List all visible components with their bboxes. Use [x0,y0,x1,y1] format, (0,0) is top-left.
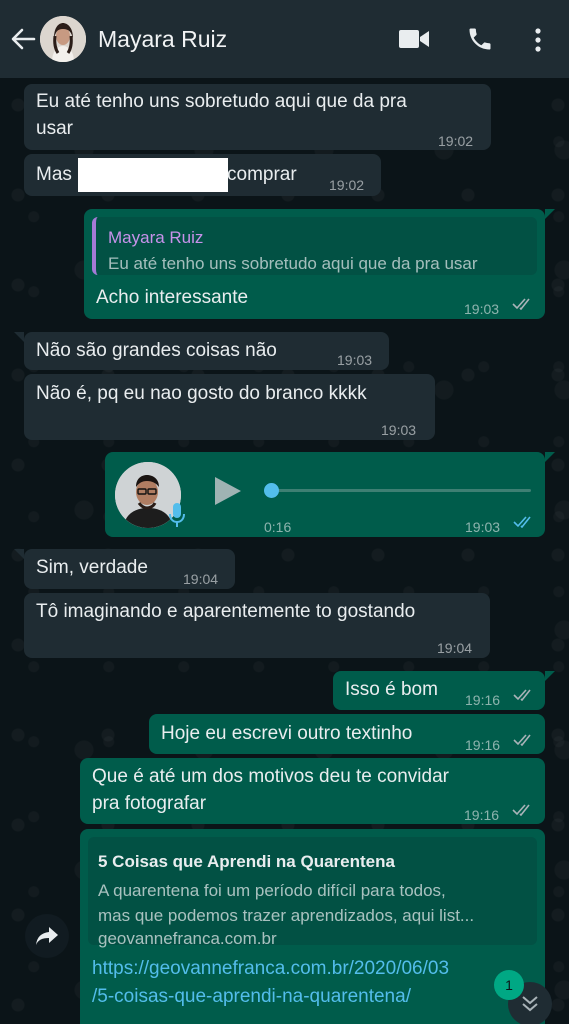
message-time: 19:16 [465,692,501,708]
microphone-icon [169,503,185,527]
bubble-tail [545,209,555,219]
read-receipt-icon [513,689,531,701]
voice-call-icon[interactable] [466,25,494,53]
link-message[interactable]: 5 Coisas que Aprendi na Quarentena A qua… [80,829,545,1024]
bubble-tail [14,549,24,559]
forward-icon [36,927,58,945]
link-preview-card[interactable]: 5 Coisas que Aprendi na Quarentena A qua… [88,837,537,948]
quoted-text: Eu até tenho uns sobretudo aqui que da p… [108,254,478,273]
message-time: 19:03 [337,352,373,368]
message-text: Que é até um dos motivos deu te convidar [92,766,449,787]
message-time: 19:04 [183,571,219,587]
avatar[interactable] [40,16,86,62]
outgoing-message[interactable]: Que é até um dos motivos deu te convidar… [80,758,545,824]
message-text: Acho interessante [96,287,249,308]
message-time: 19:16 [464,807,500,823]
back-arrow-icon[interactable] [10,27,36,51]
message-text: Não são grandes coisas não [36,340,277,361]
message-text: Eu até tenho uns sobretudo aqui que da p… [36,91,407,112]
message-link[interactable]: /5-coisas-que-aprendi-na-quarentena/ [92,983,411,1011]
incoming-message[interactable]: Tô imaginando e aparentemente to gostand… [24,593,490,658]
outgoing-message[interactable]: Isso é bom 19:16 [333,671,545,710]
incoming-message[interactable]: Não é, pq eu nao gosto do branco kkkk 19… [24,374,435,440]
incoming-message[interactable]: Sim, verdade 19:04 [24,549,235,589]
message-time: 19:16 [465,737,501,753]
message-time: 19:04 [437,640,473,656]
bubble-tail [14,332,24,342]
message-time: 19:03 [465,519,501,535]
message-text: Sim, verdade [36,557,148,578]
message-text: Não é, pq eu nao gosto do branco kkkk [36,383,367,404]
read-receipt-icon [512,298,530,310]
incoming-message[interactable]: Mas comprar 19:02 [24,154,381,196]
read-receipt-icon [513,516,531,528]
message-text: pra fotografar [92,793,207,814]
bubble-tail [545,452,555,462]
video-call-icon[interactable] [398,29,430,49]
message-time: 19:02 [329,177,365,193]
chat-header: Mayara Ruiz [0,0,569,78]
message-text: Mas [36,164,72,185]
link-preview-description: A quarentena foi um período difícil para… [98,881,446,900]
message-link[interactable]: https://geovannefranca.com.br/2020/06/03 [92,955,449,983]
message-text: usar [36,118,73,139]
quoted-message[interactable]: Mayara Ruiz Eu até tenho uns sobretudo a… [92,217,537,275]
link-preview-domain: geovannefranca.com.br [98,929,277,948]
audio-progress-track[interactable] [271,489,531,492]
audio-progress-handle[interactable] [264,483,279,498]
message-text: Isso é bom [345,679,438,700]
audio-duration: 0:16 [264,519,292,535]
voice-message[interactable]: 0:16 19:03 [105,452,545,537]
play-icon[interactable] [213,475,243,507]
bubble-tail [545,671,555,681]
contact-name[interactable]: Mayara Ruiz [98,26,227,53]
message-text: Tô imaginando e aparentemente to gostand… [36,601,416,622]
message-time: 19:03 [381,422,417,438]
read-receipt-icon [512,804,530,816]
link-preview-title: 5 Coisas que Aprendi na Quarentena [98,852,395,871]
outgoing-message[interactable]: Mayara Ruiz Eu até tenho uns sobretudo a… [84,209,545,319]
message-text: comprar [227,164,297,185]
forward-button[interactable] [25,914,69,958]
incoming-message[interactable]: Não são grandes coisas não 19:03 [24,332,389,370]
double-chevron-down-icon [522,996,538,1012]
message-text: Hoje eu escrevi outro textinho [161,723,413,744]
more-options-icon[interactable] [530,27,546,53]
read-receipt-icon [513,734,531,746]
outgoing-message[interactable]: Hoje eu escrevi outro textinho 19:16 [149,714,545,754]
message-time: 19:02 [438,133,474,149]
unread-count-badge: 1 [494,970,524,1000]
quoted-author: Mayara Ruiz [108,228,204,247]
message-time: 19:03 [464,301,500,317]
redacted-area [78,158,228,192]
incoming-message[interactable]: Eu até tenho uns sobretudo aqui que da p… [24,84,491,150]
